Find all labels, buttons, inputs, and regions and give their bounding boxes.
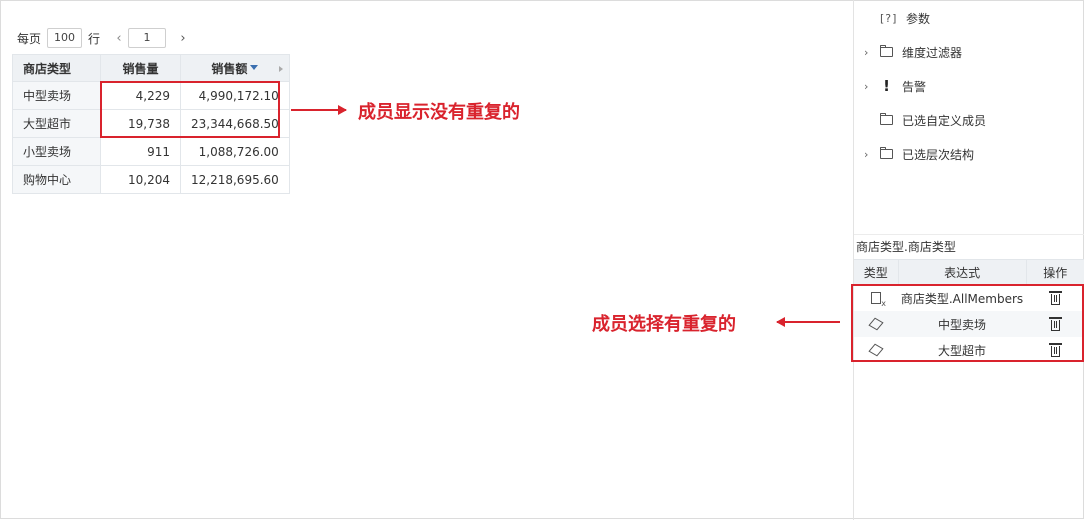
row-dim[interactable]: 大型超市 xyxy=(12,109,101,138)
panel-separator xyxy=(854,234,1084,235)
col-header-qty[interactable]: 销售量 xyxy=(100,54,181,82)
table-row: 小型卖场 911 1,088,726.00 xyxy=(12,137,290,166)
folder-icon xyxy=(880,113,893,125)
highlight-box-table xyxy=(100,81,280,138)
tree-item-label: 告警 xyxy=(902,79,927,94)
row-qty: 911 xyxy=(100,137,181,166)
tree-item-label: 参数 xyxy=(906,11,931,26)
param-icon: [?] xyxy=(880,11,898,25)
annotation-arrow-left xyxy=(776,317,840,327)
tree-item-alerts[interactable]: › ! 告警 xyxy=(864,76,926,96)
row-dim[interactable]: 购物中心 xyxy=(12,165,101,194)
pager-suffix: 行 xyxy=(88,31,101,46)
member-path-label: 商店类型.商店类型 xyxy=(856,240,956,254)
row-qty: 10,204 xyxy=(100,165,181,194)
row-amount: 12,218,695.60 xyxy=(180,165,290,194)
col-header-amount-label: 销售额 xyxy=(211,61,248,76)
row-dim[interactable]: 小型卖场 xyxy=(12,137,101,166)
highlight-box-members xyxy=(851,284,1084,362)
chevron-right-icon[interactable]: › xyxy=(864,80,880,93)
page-number-input[interactable]: 1 xyxy=(128,28,167,48)
tree-item-custom-members[interactable]: 已选自定义成员 xyxy=(864,110,986,130)
tree-item-label: 维度过滤器 xyxy=(902,45,963,60)
next-page-icon[interactable]: › xyxy=(178,31,188,46)
chevron-right-icon[interactable]: › xyxy=(864,46,880,59)
table-header-row: 商店类型 销售量 销售额 xyxy=(12,54,290,82)
col-header-amount[interactable]: 销售额 xyxy=(180,54,290,82)
pager: 每页 100 行 ‹ 1 › xyxy=(17,27,188,49)
row-dim[interactable]: 中型卖场 xyxy=(12,81,101,110)
folder-icon xyxy=(880,45,893,57)
page-size-input[interactable]: 100 xyxy=(47,28,83,48)
tree-item-params[interactable]: [?] 参数 xyxy=(864,8,930,28)
col-header-expression: 表达式 xyxy=(899,260,1027,284)
tree-item-label: 已选层次结构 xyxy=(902,147,975,162)
scroll-right-icon[interactable] xyxy=(278,66,283,72)
alert-icon: ! xyxy=(883,77,890,95)
annotation-arrow-right xyxy=(291,105,347,115)
tree-item-hierarchies[interactable]: › 已选层次结构 xyxy=(864,144,974,164)
row-amount: 1,088,726.00 xyxy=(180,137,290,166)
folder-icon xyxy=(880,147,893,159)
pager-prefix: 每页 xyxy=(17,31,42,46)
annotation-display-note: 成员显示没有重复的 xyxy=(358,102,520,123)
chevron-right-icon[interactable]: › xyxy=(864,148,880,161)
tree-item-dimension-filter[interactable]: › 维度过滤器 xyxy=(864,42,962,62)
tree-item-label: 已选自定义成员 xyxy=(902,113,987,128)
sort-desc-icon[interactable] xyxy=(250,64,259,70)
annotation-select-note: 成员选择有重复的 xyxy=(592,314,736,335)
member-table-header: 类型 表达式 操作 xyxy=(854,259,1084,285)
col-header-type: 类型 xyxy=(854,260,899,284)
table-row: 购物中心 10,204 12,218,695.60 xyxy=(12,165,290,194)
col-header-action: 操作 xyxy=(1043,265,1068,280)
col-header-store-type[interactable]: 商店类型 xyxy=(12,54,101,82)
prev-page-icon[interactable]: ‹ xyxy=(114,31,124,46)
